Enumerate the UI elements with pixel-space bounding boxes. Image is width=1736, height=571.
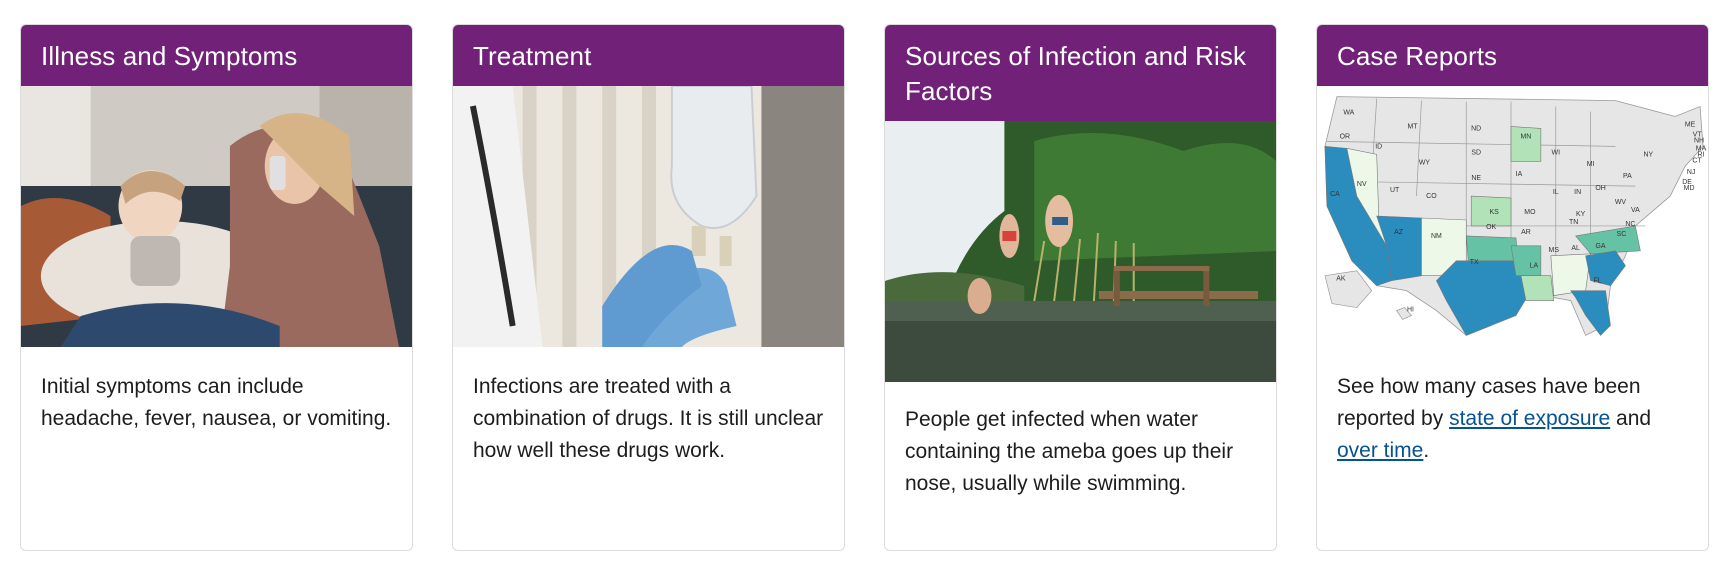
map-label: WA xyxy=(1343,110,1354,117)
map-label: PA xyxy=(1623,173,1632,180)
card-image-sources[interactable] xyxy=(885,121,1276,382)
card-image-illness[interactable] xyxy=(21,86,412,347)
map-label: NY xyxy=(1643,151,1653,158)
map-label: AL xyxy=(1571,245,1580,252)
sick-child-photo xyxy=(21,86,412,347)
map-label: WV xyxy=(1615,199,1627,206)
map-label: UT xyxy=(1390,187,1400,194)
card-title[interactable]: Illness and Symptoms xyxy=(21,25,412,86)
map-label: TX xyxy=(1470,259,1479,266)
map-label: MD xyxy=(1684,185,1695,192)
card-grid: Illness and Symptoms Initial symptoms ca… xyxy=(0,0,1736,571)
map-label: FL xyxy=(1594,278,1602,285)
card-description: Initial symptoms can include headache, f… xyxy=(41,375,392,430)
map-label: ME xyxy=(1685,121,1696,128)
map-label: NH xyxy=(1694,137,1704,144)
map-label: SC xyxy=(1617,231,1627,238)
us-case-map-image: WA OR ID MT ND MN SD WY NV UT CO NE IA W… xyxy=(1317,86,1708,347)
map-label: ND xyxy=(1471,125,1481,132)
map-label: IA xyxy=(1516,171,1523,178)
card-description: People get infected when water containin… xyxy=(905,408,1234,495)
map-label: NC xyxy=(1625,221,1635,228)
card-description: Infections are treated with a combinatio… xyxy=(473,375,824,462)
map-label: ID xyxy=(1375,143,1382,150)
map-label: NE xyxy=(1471,175,1481,182)
map-label: GA xyxy=(1596,243,1606,250)
map-label: VA xyxy=(1631,207,1640,214)
map-label: LA xyxy=(1530,263,1539,270)
map-label: KS xyxy=(1489,209,1499,216)
card-image-map[interactable]: WA OR ID MT ND MN SD WY NV UT CO NE IA W… xyxy=(1317,86,1708,347)
lake-jump-photo xyxy=(885,121,1276,382)
map-label: HI xyxy=(1407,307,1414,314)
card-sources-risk[interactable]: Sources of Infection and Risk Factors Pe… xyxy=(884,24,1277,551)
map-label: CT xyxy=(1692,157,1702,164)
map-label: WY xyxy=(1419,159,1431,166)
card-image-treatment[interactable] xyxy=(453,86,844,347)
map-label: MI xyxy=(1587,161,1595,168)
map-label: IL xyxy=(1553,189,1559,196)
map-label: MT xyxy=(1407,123,1418,130)
card-title-link[interactable]: Illness and Symptoms xyxy=(41,41,297,71)
card-illness-symptoms[interactable]: Illness and Symptoms Initial symptoms ca… xyxy=(20,24,413,551)
map-label: MS xyxy=(1549,247,1560,254)
body-suffix: . xyxy=(1423,439,1430,462)
map-label: WI xyxy=(1552,149,1561,156)
map-label: CO xyxy=(1426,193,1437,200)
map-label: SD xyxy=(1471,149,1481,156)
map-label: MO xyxy=(1524,209,1536,216)
map-label: OR xyxy=(1340,133,1350,140)
map-label: NM xyxy=(1431,233,1442,240)
map-label: KY xyxy=(1576,211,1586,218)
card-case-reports[interactable]: Case Reports WA OR ID MT ND MN SD WY NV … xyxy=(1316,24,1709,551)
card-title[interactable]: Treatment xyxy=(453,25,844,86)
map-label: CA xyxy=(1330,191,1340,198)
card-treatment[interactable]: Treatment Infections are treated with a … xyxy=(452,24,845,551)
map-label: AK xyxy=(1336,276,1346,283)
over-time-link[interactable]: over time xyxy=(1337,439,1423,462)
body-mid: and xyxy=(1616,407,1652,430)
card-title[interactable]: Sources of Infection and Risk Factors xyxy=(885,25,1276,121)
card-description: See how many cases have been reported by… xyxy=(1317,347,1708,467)
map-label: OK xyxy=(1486,224,1496,231)
map-label: TN xyxy=(1569,219,1578,226)
card-title-link[interactable]: Case Reports xyxy=(1337,41,1497,71)
state-of-exposure-link[interactable]: state of exposure xyxy=(1449,407,1610,430)
map-label: OH xyxy=(1595,185,1605,192)
card-title[interactable]: Case Reports xyxy=(1317,25,1708,86)
card-title-link[interactable]: Sources of Infection and Risk Factors xyxy=(905,41,1246,106)
map-label: NV xyxy=(1357,181,1367,188)
map-label: AR xyxy=(1521,229,1531,236)
card-title-link[interactable]: Treatment xyxy=(473,41,591,71)
map-label: MN xyxy=(1521,133,1532,140)
map-label: IN xyxy=(1574,189,1581,196)
map-label: NJ xyxy=(1687,169,1696,176)
map-label: AZ xyxy=(1394,229,1404,236)
iv-bag-photo xyxy=(453,86,844,347)
